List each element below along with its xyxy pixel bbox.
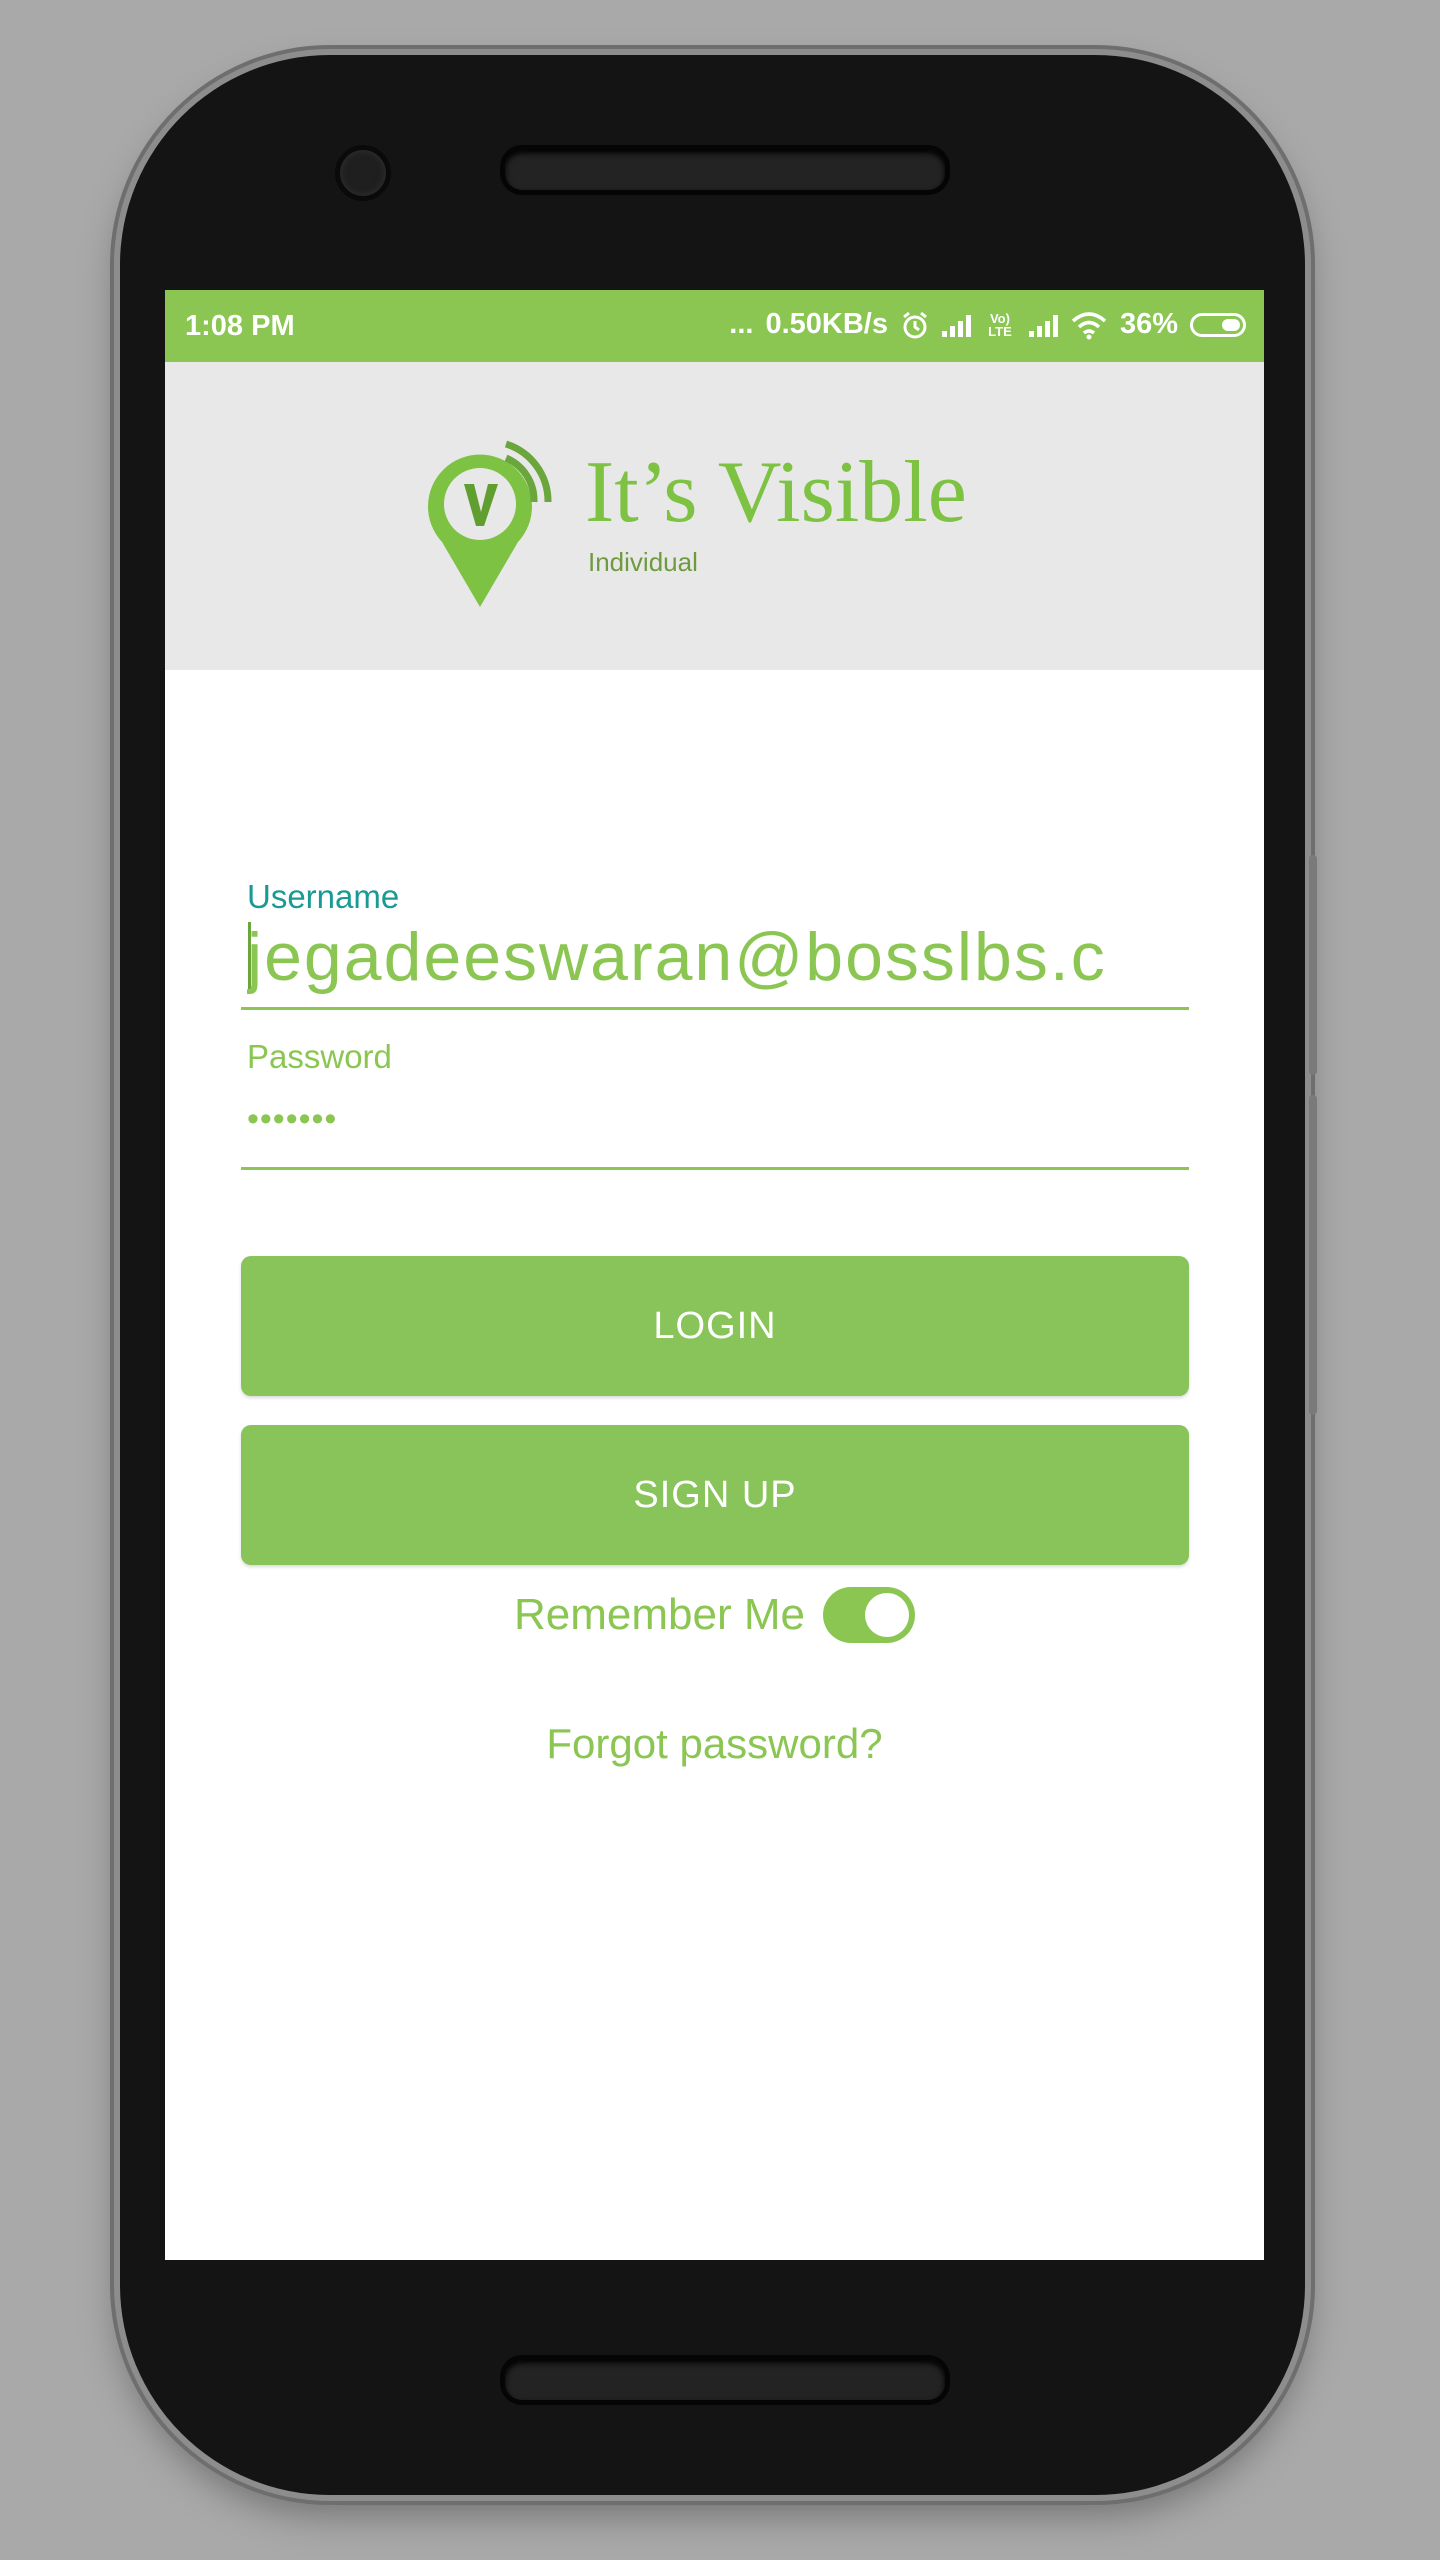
- alarm-icon: [903, 311, 927, 338]
- remember-me-label: Remember Me: [514, 1590, 805, 1639]
- app-logo: It’s Visible Individual: [420, 432, 1020, 612]
- battery-percent: 36%: [1119, 308, 1178, 340]
- screen: 1:08 PM ... 0.50KB/s Vo) LTE 36% It’s Vi…: [165, 290, 1264, 2260]
- logo-text: It’s Visible: [585, 444, 967, 541]
- signal-icon: [1028, 313, 1058, 337]
- signal-icon: [941, 313, 971, 337]
- wifi-icon: [1071, 311, 1107, 339]
- status-dots: ...: [729, 308, 754, 340]
- username-input[interactable]: jegadeeswaran@bosslbs.c: [247, 918, 1189, 996]
- status-bar: 1:08 PM ... 0.50KB/s Vo) LTE 36%: [165, 290, 1264, 362]
- forgot-password-link[interactable]: Forgot password?: [165, 1720, 1264, 1768]
- network-speed: 0.50KB/s: [765, 308, 888, 340]
- toggle-knob: [864, 1593, 909, 1637]
- login-button[interactable]: LOGIN: [241, 1256, 1189, 1396]
- power-button: [1309, 855, 1317, 1075]
- remember-me-toggle[interactable]: [822, 1587, 915, 1643]
- username-label: Username: [247, 878, 400, 915]
- volume-button: [1309, 1095, 1317, 1415]
- phone-frame: 1:08 PM ... 0.50KB/s Vo) LTE 36% It’s Vi…: [120, 55, 1317, 2495]
- password-underline: [241, 1167, 1189, 1170]
- location-pin-logo-icon: [428, 440, 552, 607]
- password-input[interactable]: •••••••: [247, 1100, 337, 1139]
- top-speaker: [500, 145, 950, 195]
- status-time: 1:08 PM: [185, 310, 295, 342]
- username-underline: [241, 1007, 1189, 1010]
- battery-icon: [1190, 312, 1246, 337]
- status-icons: ... 0.50KB/s Vo) LTE 36%: [729, 308, 1246, 341]
- front-camera: [335, 145, 391, 201]
- app-header: It’s Visible Individual: [165, 362, 1264, 670]
- signup-button[interactable]: SIGN UP: [241, 1425, 1189, 1565]
- logo-subtitle: Individual: [588, 547, 698, 577]
- bottom-speaker: [500, 2355, 950, 2405]
- password-label: Password: [247, 1038, 392, 1075]
- volte-icon: Vo) LTE: [988, 310, 1012, 339]
- remember-me-row: Remember Me: [165, 1580, 1264, 1650]
